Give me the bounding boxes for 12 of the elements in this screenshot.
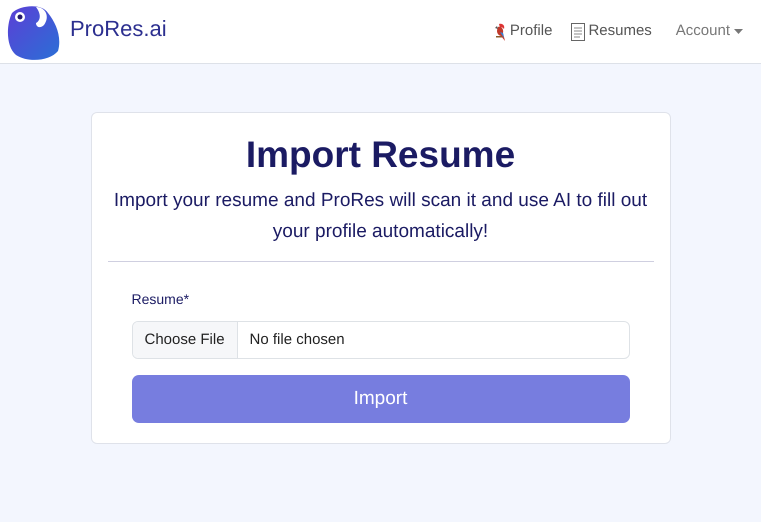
choose-file-button[interactable]: Choose File: [132, 322, 238, 358]
field-label: Resume*: [132, 290, 190, 309]
nav-link[interactable]: Profile: [492, 20, 552, 43]
page-title: Import Resume: [246, 133, 516, 177]
account-menu[interactable]: Account: [676, 20, 743, 43]
description-text: Import your resume and ProRes will scan it and use AI to fill out your profile automatically!: [112, 189, 648, 244]
brand-name[interactable]: ProRes.ai: [70, 12, 167, 45]
caret-icon: [734, 29, 743, 34]
file-input[interactable]: Choose File No file chosen: [132, 321, 630, 359]
page-icon: [570, 22, 588, 42]
file-status: No file chosen: [248, 330, 346, 350]
nav-link[interactable]: Resumes: [570, 20, 652, 43]
